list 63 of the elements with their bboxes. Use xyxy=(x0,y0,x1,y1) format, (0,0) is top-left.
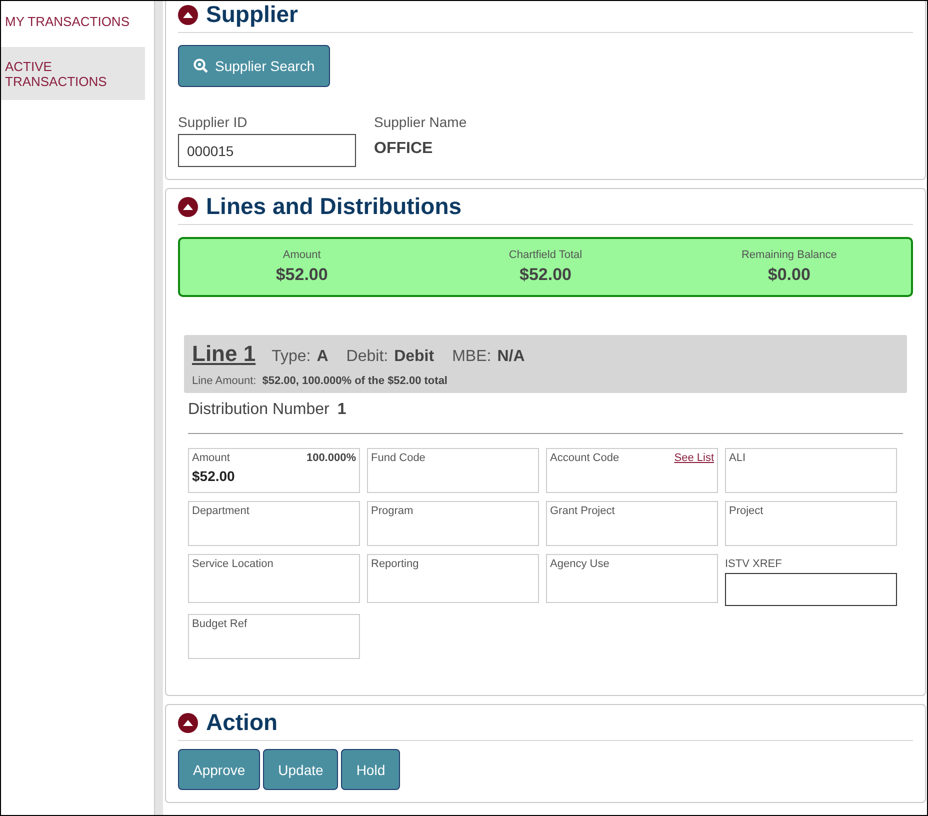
sidebar-item[interactable]: MY TRANSACTIONS xyxy=(1,1,145,41)
distribution-label: Distribution Number xyxy=(188,401,330,419)
chartfield-box[interactable]: Department xyxy=(188,501,360,546)
chartfield-box[interactable]: Amount 100.000% $52.00 xyxy=(188,448,360,493)
field-label: Supplier Name xyxy=(374,114,467,130)
search-icon xyxy=(193,58,209,74)
supplier-id-input[interactable]: 000015 xyxy=(178,134,356,167)
field-value: $52.00 xyxy=(192,468,236,484)
type-label: Type: xyxy=(272,348,311,366)
total-value: $52.00 xyxy=(519,265,572,285)
chartfield-box[interactable]: Grant Project xyxy=(546,501,718,546)
chartfield-box[interactable]: ALI xyxy=(725,448,897,493)
chartfield-box[interactable]: Agency Use xyxy=(546,554,718,603)
type-value: A xyxy=(316,348,328,366)
chartfield-box[interactable]: Service Location xyxy=(188,554,360,603)
total-label: Chartfield Total xyxy=(508,249,582,261)
field-label: Grant Project xyxy=(550,505,615,517)
field-label: Fund Code xyxy=(371,452,426,464)
field-label: Supplier ID xyxy=(178,114,248,130)
collapse-icon[interactable] xyxy=(178,4,198,24)
debit-label: Debit: xyxy=(346,348,388,366)
chartfield-box[interactable]: Fund Code xyxy=(367,448,539,493)
field-label: ISTV XREF xyxy=(725,558,783,570)
field-label: Budget Ref xyxy=(192,618,248,630)
line-amount-value: $52.00, 100.000% of the $52.00 total xyxy=(262,375,448,387)
field-label: Program xyxy=(371,505,414,517)
chartfield-box[interactable]: Budget Ref xyxy=(188,614,360,659)
field-label: Department xyxy=(192,505,250,517)
see-list-link[interactable]: See List xyxy=(674,452,714,464)
field-label: Amount xyxy=(192,452,230,464)
field-label: ALI xyxy=(729,452,746,464)
input-field[interactable] xyxy=(725,573,897,606)
field-label: Reporting xyxy=(371,558,419,570)
total-value: $52.00 xyxy=(276,265,328,285)
chartfield-box[interactable]: Account Code See List xyxy=(546,448,718,493)
section-title: Action xyxy=(206,709,278,736)
section-title: Lines and Distributions xyxy=(206,193,462,220)
collapse-icon[interactable] xyxy=(178,712,198,732)
field-label: Agency Use xyxy=(550,558,610,570)
action-button[interactable]: Hold xyxy=(341,749,400,790)
action-button[interactable]: Update xyxy=(263,749,338,790)
field-label: Account Code xyxy=(550,452,620,464)
mbe-value: N/A xyxy=(497,348,525,366)
distribution-number: 1 xyxy=(337,401,346,419)
supplier-name: OFFICE xyxy=(374,140,434,158)
section-title: Supplier xyxy=(206,1,298,28)
collapse-icon[interactable] xyxy=(178,196,198,216)
field-label: Project xyxy=(729,505,764,517)
total-label: Amount xyxy=(282,249,321,261)
action-button[interactable]: Approve xyxy=(178,749,260,790)
line-amount-label: Line Amount: xyxy=(192,375,256,387)
sidebar-item[interactable]: ACTIVE TRANSACTIONS xyxy=(1,47,145,100)
line-title[interactable]: Line 1 xyxy=(192,341,256,367)
field-label: Service Location xyxy=(192,558,274,570)
chartfield-box[interactable]: Reporting xyxy=(367,554,539,603)
debit-value: Debit xyxy=(394,348,434,366)
chartfield-box[interactable]: Program xyxy=(367,501,539,546)
percent-value: 100.000% xyxy=(306,452,356,464)
mbe-label: MBE: xyxy=(452,348,492,366)
supplier-search-button[interactable]: Supplier Search xyxy=(178,45,330,87)
total-value: $0.00 xyxy=(768,265,810,285)
chartfield-box[interactable]: Project xyxy=(725,501,897,546)
total-label: Remaining Balance xyxy=(741,249,837,261)
